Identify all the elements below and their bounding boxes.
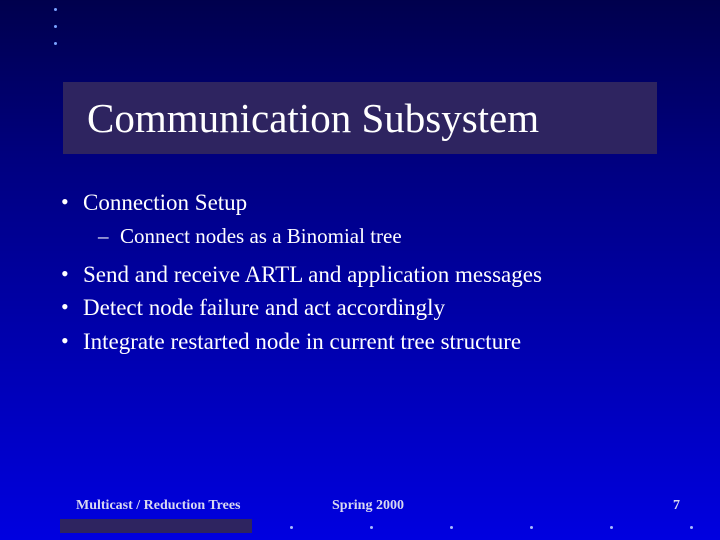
bullet-item: Detect node failure and act accordingly (58, 292, 670, 324)
slide-body: Connection Setup Connect nodes as a Bino… (58, 185, 670, 360)
slide: Communication Subsystem Connection Setup… (0, 0, 720, 540)
dot-icon (290, 526, 293, 529)
slide-title: Communication Subsystem (87, 94, 539, 142)
bullet-item: Connection Setup (58, 187, 670, 219)
dot-icon (610, 526, 613, 529)
dot-icon (54, 25, 57, 28)
dot-icon (54, 8, 57, 11)
footer: Multicast / Reduction Trees Spring 2000 … (0, 494, 720, 514)
decorative-dots-top (54, 8, 57, 59)
dot-icon (54, 42, 57, 45)
dot-icon (450, 526, 453, 529)
dot-icon (370, 526, 373, 529)
footer-left: Multicast / Reduction Trees (76, 498, 241, 514)
sub-bullet-item: Connect nodes as a Binomial tree (58, 222, 670, 251)
title-box: Communication Subsystem (63, 82, 657, 154)
bullet-item: Send and receive ARTL and application me… (58, 259, 670, 291)
bullet-item: Integrate restarted node in current tree… (58, 326, 670, 358)
footer-page-number: 7 (673, 498, 680, 514)
footer-center: Spring 2000 (332, 498, 404, 514)
dot-icon (530, 526, 533, 529)
decorative-dots-bottom (0, 513, 720, 533)
dot-icon (690, 526, 693, 529)
